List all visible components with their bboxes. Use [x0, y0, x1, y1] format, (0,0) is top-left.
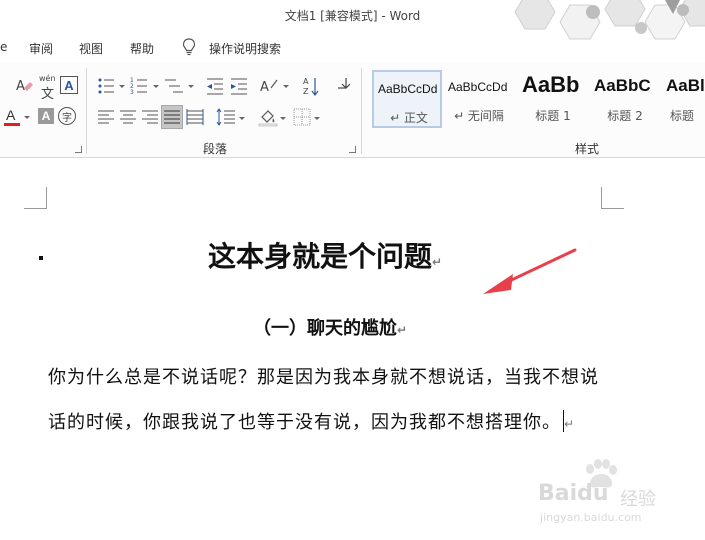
font-color-dropdown-icon[interactable] [24, 116, 30, 119]
paragraph-group-label: 段落 [203, 142, 228, 156]
style-sample: AaBl [666, 76, 705, 95]
group-separator [86, 68, 87, 154]
character-shading-button[interactable]: A [38, 108, 54, 124]
style-normal[interactable]: AaBbCcDd ↵ 正文 [372, 70, 442, 128]
svg-text:3: 3 [130, 89, 134, 96]
style-sample: AaBbCcDd [378, 82, 438, 96]
crop-mark-top-left [24, 187, 47, 209]
justify-icon [164, 110, 180, 124]
paragraph-mark: ↵ [564, 417, 575, 431]
font-dialog-launcher-icon[interactable] [75, 146, 82, 153]
heading-1-text: 这本身就是个问题 [207, 240, 432, 273]
multilevel-list-icon[interactable] [164, 76, 184, 96]
svg-text:A: A [16, 79, 25, 94]
watermark-brand-cn: 经验 [620, 489, 656, 510]
document-heading-2[interactable]: （一）聊天的尴尬↵ [0, 314, 660, 340]
menu-tab-review[interactable]: 审阅 [29, 40, 53, 57]
numbering-icon[interactable]: 1 2 3 [130, 76, 150, 96]
style-title[interactable]: AaBl 标题 [662, 70, 705, 128]
line-spacing-icon[interactable] [216, 107, 236, 127]
paragraph-mark: ↵ [431, 255, 443, 269]
menu-tab-view[interactable]: 视图 [79, 40, 103, 57]
group-separator [361, 68, 362, 154]
style-name: 标题 2 [607, 109, 643, 123]
align-center-icon[interactable] [119, 108, 137, 126]
watermark-url: jingyan.baidu.com [540, 511, 642, 524]
borders-dropdown-icon[interactable] [314, 117, 320, 120]
document-canvas[interactable]: 这本身就是个问题↵ （一）聊天的尴尬↵ 你为什么总是不说话呢？那是因为我本身就不… [0, 159, 705, 540]
paragraph-mark: ↵ [396, 323, 408, 337]
phonetic-guide-button[interactable]: wén 文 [38, 74, 58, 102]
style-sample: AaBb [522, 72, 580, 97]
bullets-dropdown-icon[interactable] [119, 85, 125, 88]
justify-button[interactable] [161, 105, 183, 129]
enclose-characters-icon: 字 [62, 112, 72, 124]
chinese-layout-icon[interactable]: A [259, 76, 281, 96]
multilevel-list-dropdown-icon[interactable] [188, 85, 194, 88]
font-color-button[interactable]: A [3, 106, 21, 128]
line-spacing-dropdown-icon[interactable] [239, 117, 245, 120]
svg-text:A: A [303, 77, 309, 86]
menu-tab-partial[interactable]: e [0, 40, 7, 54]
font-color-swatch [4, 123, 20, 126]
style-no-spacing[interactable]: AaBbCcDd ↵ 无间隔 [444, 70, 514, 128]
phonetic-guide-pinyin: wén [39, 74, 56, 83]
svg-text:A: A [260, 80, 269, 95]
align-left-icon[interactable] [97, 108, 115, 126]
phonetic-guide-char: 文 [41, 87, 55, 102]
character-border-button[interactable]: A [60, 76, 78, 94]
decrease-indent-icon[interactable] [205, 76, 225, 96]
font-color-icon: A [6, 107, 16, 123]
lightbulb-icon [182, 38, 196, 56]
paragraph-text: 你为什么总是不说话呢？那是因为我本身就不想说话，当我不想说话的时候，你跟我说了也… [48, 367, 599, 433]
character-shading-icon: A [41, 109, 51, 123]
paragraph-dialog-launcher-icon[interactable] [349, 146, 356, 153]
align-right-icon[interactable] [141, 108, 159, 126]
chinese-layout-dropdown-icon[interactable] [283, 85, 289, 88]
heading-2-text: （一）聊天的尴尬 [252, 318, 397, 339]
distributed-icon[interactable] [186, 108, 204, 126]
character-border-icon: A [64, 77, 74, 93]
style-name: ↵ 无间隔 [454, 109, 504, 123]
shading-icon[interactable] [258, 107, 278, 127]
ribbon: A wén 文 A A A 字 1 2 3 A A Z 段落 AaBbCcDd … [0, 62, 705, 158]
style-heading-2[interactable]: AaBbC 标题 2 [590, 70, 660, 128]
styles-group-label: 样式 [575, 142, 600, 156]
clear-formatting-button[interactable]: A [14, 76, 34, 96]
style-name: 标题 1 [535, 109, 571, 123]
clear-formatting-icon: A [16, 79, 33, 94]
style-sample: AaBbCcDd [448, 80, 508, 94]
numbering-dropdown-icon[interactable] [153, 85, 159, 88]
style-name: 标题 [670, 109, 695, 123]
shading-dropdown-icon[interactable] [280, 117, 286, 120]
borders-icon[interactable] [293, 108, 311, 126]
show-formatting-marks-icon[interactable] [336, 76, 350, 94]
tell-me-search[interactable]: 操作说明搜索 [209, 40, 281, 57]
style-name: ↵ 正文 [390, 111, 428, 125]
bullets-icon[interactable] [97, 76, 117, 96]
baidu-jingyan-watermark: Baidu 经验 jingyan.baidu.com [520, 459, 700, 534]
red-arrow-annotation [483, 248, 577, 294]
style-sample: AaBbC [594, 76, 651, 95]
watermark-brand: Baidu [538, 481, 609, 506]
menu-tab-help[interactable]: 帮助 [130, 40, 154, 57]
style-heading-1[interactable]: AaBb 标题 1 [518, 70, 588, 128]
crop-mark-top-right [601, 187, 624, 209]
increase-indent-icon[interactable] [229, 76, 249, 96]
title-bar: 文档1 [兼容模式] - Word [0, 0, 705, 40]
sort-icon[interactable]: A Z [302, 75, 320, 97]
document-paragraph[interactable]: 你为什么总是不说话呢？那是因为我本身就不想说话，当我不想说话的时候，你跟我说了也… [48, 355, 608, 447]
svg-text:Z: Z [303, 87, 309, 96]
menu-bar: e 审阅 视图 帮助 操作说明搜索 [0, 34, 705, 60]
styles-gallery: AaBbCcDd ↵ 正文 AaBbCcDd ↵ 无间隔 AaBb 标题 1 A… [370, 70, 705, 132]
enclose-characters-button[interactable]: 字 [58, 107, 76, 125]
